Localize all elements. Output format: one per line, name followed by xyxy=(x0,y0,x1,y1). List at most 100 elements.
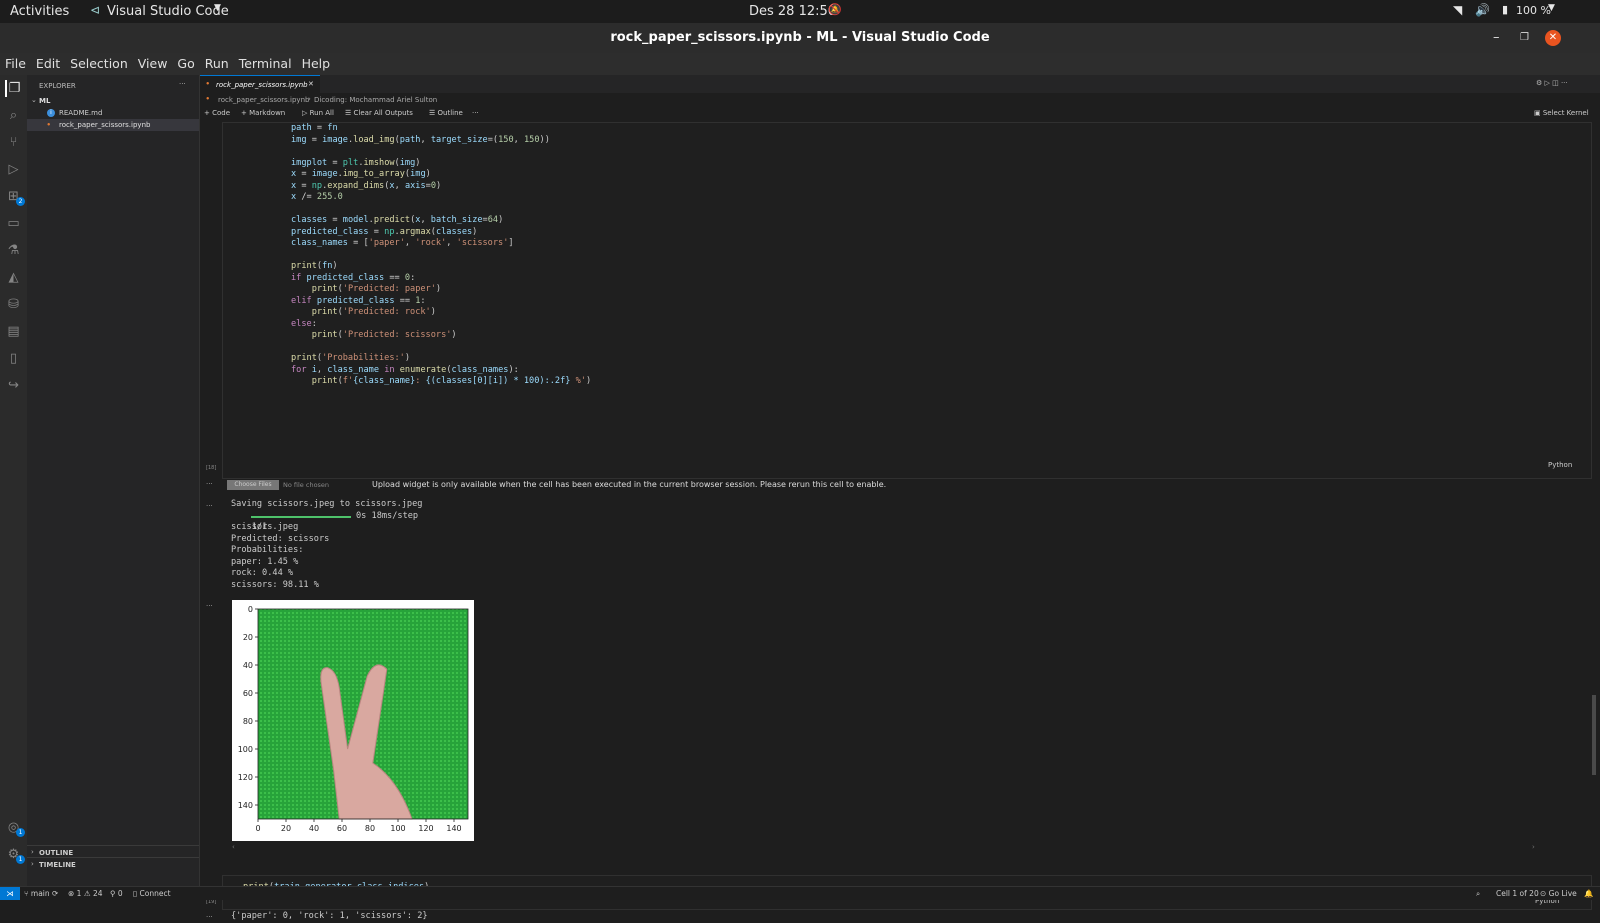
connect-label: Connect xyxy=(139,889,171,898)
file-notebook[interactable]: ꔷ rock_paper_scissors.ipynb xyxy=(27,119,199,131)
file-readme[interactable]: i README.md xyxy=(27,107,199,119)
run-debug-icon[interactable]: ▷ xyxy=(5,161,22,178)
toolbar-more-icon[interactable]: ··· xyxy=(472,109,479,117)
breadcrumb-file[interactable]: rock_paper_scissors.ipynb xyxy=(218,96,309,104)
no-file-chosen-label: No file chosen xyxy=(283,481,330,489)
scroll-right-icon[interactable]: › xyxy=(1532,843,1535,851)
menu-edit[interactable]: Edit xyxy=(31,53,65,75)
cell-1-language[interactable]: Python xyxy=(1548,461,1572,469)
docker-icon[interactable]: ◭ xyxy=(5,269,22,286)
tab-notebook[interactable]: ꔷ rock_paper_scissors.ipynb ✕ xyxy=(200,75,320,93)
ports-indicator[interactable]: ⚲ 0 xyxy=(110,889,123,898)
os-top-bar: Activities ⊲ Visual Studio Code ▼ Des 28… xyxy=(0,0,1600,23)
battery-icon[interactable]: ▮ xyxy=(1502,3,1508,16)
menu-terminal[interactable]: Terminal xyxy=(234,53,297,75)
minimize-icon[interactable]: – xyxy=(1493,23,1500,53)
wifi-icon[interactable]: ◥ xyxy=(1453,3,1462,17)
output-line: scissors.jpeg xyxy=(231,522,299,532)
breadcrumb-notebook-title[interactable]: Dicoding: Mochammad Ariel Sulton xyxy=(314,96,437,104)
clear-outputs-button[interactable]: ☰ Clear All Outputs xyxy=(345,109,413,117)
problems-indicator[interactable]: ⊗ 1 ⚠ 24 xyxy=(68,889,103,898)
database-icon[interactable]: ⛁ xyxy=(5,296,22,313)
explorer-more-icon[interactable]: ··· xyxy=(179,80,186,88)
choose-files-button[interactable]: Choose Files xyxy=(227,480,279,490)
menu-go[interactable]: Go xyxy=(172,53,199,75)
notebook-file-icon: ꔷ xyxy=(47,121,51,129)
system-menu-chevron-icon[interactable]: ▼ xyxy=(1548,3,1555,13)
layout-actions-icon[interactable]: ⚙ ▷ ◫ ··· xyxy=(1536,79,1568,87)
explorer-icon[interactable]: ❐ xyxy=(5,80,22,97)
status-bar: ⋊ ⑂ main ⟳ ⊗ 1 ⚠ 24 ⚲ 0 ▯ Connect ⌕ Cell… xyxy=(0,886,1600,900)
y-tick-label: 60 xyxy=(243,689,253,698)
output-more-icon[interactable]: ··· xyxy=(206,502,213,510)
select-kernel-button[interactable]: ▣ Select Kernel xyxy=(1534,109,1589,117)
live-share-icon[interactable]: ↪ xyxy=(5,377,22,394)
zoom-icon[interactable]: ⌕ xyxy=(1476,889,1480,899)
notifications-bell-icon[interactable]: 🔔 xyxy=(1584,889,1593,898)
notebook-icon[interactable]: ▯ xyxy=(5,350,22,367)
add-code-button[interactable]: + Code xyxy=(204,109,230,117)
activities-button[interactable]: Activities xyxy=(10,4,69,19)
imshow-plot: 0 20 40 60 80 100 120 140 0 20 40 60 80 100 120 140 xyxy=(238,605,469,833)
branch-name: main xyxy=(30,889,50,898)
menu-file[interactable]: File xyxy=(0,53,31,75)
clear-outputs-label: Clear All Outputs xyxy=(353,109,413,117)
vertical-scrollbar-thumb[interactable] xyxy=(1592,695,1596,775)
add-markdown-button[interactable]: + Markdown xyxy=(241,109,285,117)
code-cell-1[interactable]: path = fn img = image.load_img(path, tar… xyxy=(222,122,1592,479)
y-tick-label: 100 xyxy=(238,745,253,754)
connect-button[interactable]: ▯ Connect xyxy=(133,889,171,898)
activity-bar: ❐ ⌕ ⑂ ▷ ⊞ 2 ▭ ⚗ ◭ ⛁ ▤ ▯ ↪ ◎ 1 ⚙ 1 xyxy=(0,75,27,886)
outline-section[interactable]: › OUTLINE xyxy=(27,845,199,857)
volume-icon[interactable]: 🔊 xyxy=(1475,3,1490,17)
close-tab-icon[interactable]: ✕ xyxy=(308,80,314,88)
folder-ml[interactable]: ML xyxy=(39,97,50,105)
clock[interactable]: Des 28 12:50 xyxy=(749,4,836,19)
remote-explorer-icon[interactable]: ▭ xyxy=(5,215,22,232)
branch-icon[interactable]: ⑂ main ⟳ xyxy=(24,889,58,898)
x-tick-label: 120 xyxy=(418,824,433,833)
file-name: README.md xyxy=(59,109,103,117)
menu-view[interactable]: View xyxy=(133,53,173,75)
cell-1-exec-count: [18] xyxy=(206,465,217,471)
menu-help[interactable]: Help xyxy=(297,53,336,75)
output-saving: Saving scissors.jpeg to scissors.jpeg xyxy=(231,499,423,509)
timeline-section[interactable]: › TIMELINE xyxy=(27,857,199,869)
source-control-icon[interactable]: ⑂ xyxy=(5,134,22,151)
outline-header: OUTLINE xyxy=(39,849,74,857)
output-more-icon[interactable]: ··· xyxy=(206,480,213,488)
timeline-header: TIMELINE xyxy=(39,861,76,869)
menu-bar: File Edit Selection View Go Run Terminal Help xyxy=(0,53,1600,75)
folder-chevron-icon[interactable]: ⌄ xyxy=(31,96,37,104)
menu-selection[interactable]: Selection xyxy=(65,53,133,75)
breadcrumb: ꔷ rock_paper_scissors.ipynb › Dicoding: … xyxy=(200,94,1600,106)
go-live-button[interactable]: ⊙ Go Live xyxy=(1540,889,1577,898)
chevron-down-icon: ▼ xyxy=(214,3,221,13)
info-icon: i xyxy=(47,109,55,117)
menu-run[interactable]: Run xyxy=(200,53,234,75)
settings-badge: 1 xyxy=(16,855,25,864)
output-line: Probabilities: xyxy=(231,545,304,555)
jupyter-icon[interactable]: ▤ xyxy=(5,323,22,340)
scroll-left-icon[interactable]: ‹ xyxy=(232,843,235,851)
go-live-label: Go Live xyxy=(1548,889,1577,898)
output-more-icon[interactable]: ··· xyxy=(206,602,213,610)
restore-icon[interactable]: ❐ xyxy=(1520,23,1529,53)
tab-bar: ꔷ rock_paper_scissors.ipynb ✕ ⚙ ▷ ◫ ··· xyxy=(200,75,1600,93)
close-window-icon[interactable]: ✕ xyxy=(1545,30,1561,46)
outline-button[interactable]: ☰ Outline xyxy=(429,109,463,117)
search-icon[interactable]: ⌕ xyxy=(5,107,22,124)
vscode-logo-icon: ⊲ xyxy=(90,3,101,17)
notebook-toolbar: + Code + Markdown ▷ Run All ☰ Clear All … xyxy=(200,107,1600,121)
x-tick-label: 60 xyxy=(337,824,347,833)
cell-1-source[interactable]: path = fn img = image.load_img(path, tar… xyxy=(223,123,1591,386)
remote-icon[interactable]: ⋊ xyxy=(0,887,20,900)
run-all-button[interactable]: ▷ Run All xyxy=(302,109,334,117)
output-more-icon[interactable]: ··· xyxy=(206,913,213,921)
testing-icon[interactable]: ⚗ xyxy=(5,242,22,259)
x-tick-label: 20 xyxy=(281,824,291,833)
output-line: paper: 1.45 % xyxy=(231,556,299,567)
app-menu-label[interactable]: Visual Studio Code xyxy=(107,4,229,19)
cell-position[interactable]: Cell 1 of 20 xyxy=(1496,889,1539,898)
outline-label: Outline xyxy=(437,109,463,117)
